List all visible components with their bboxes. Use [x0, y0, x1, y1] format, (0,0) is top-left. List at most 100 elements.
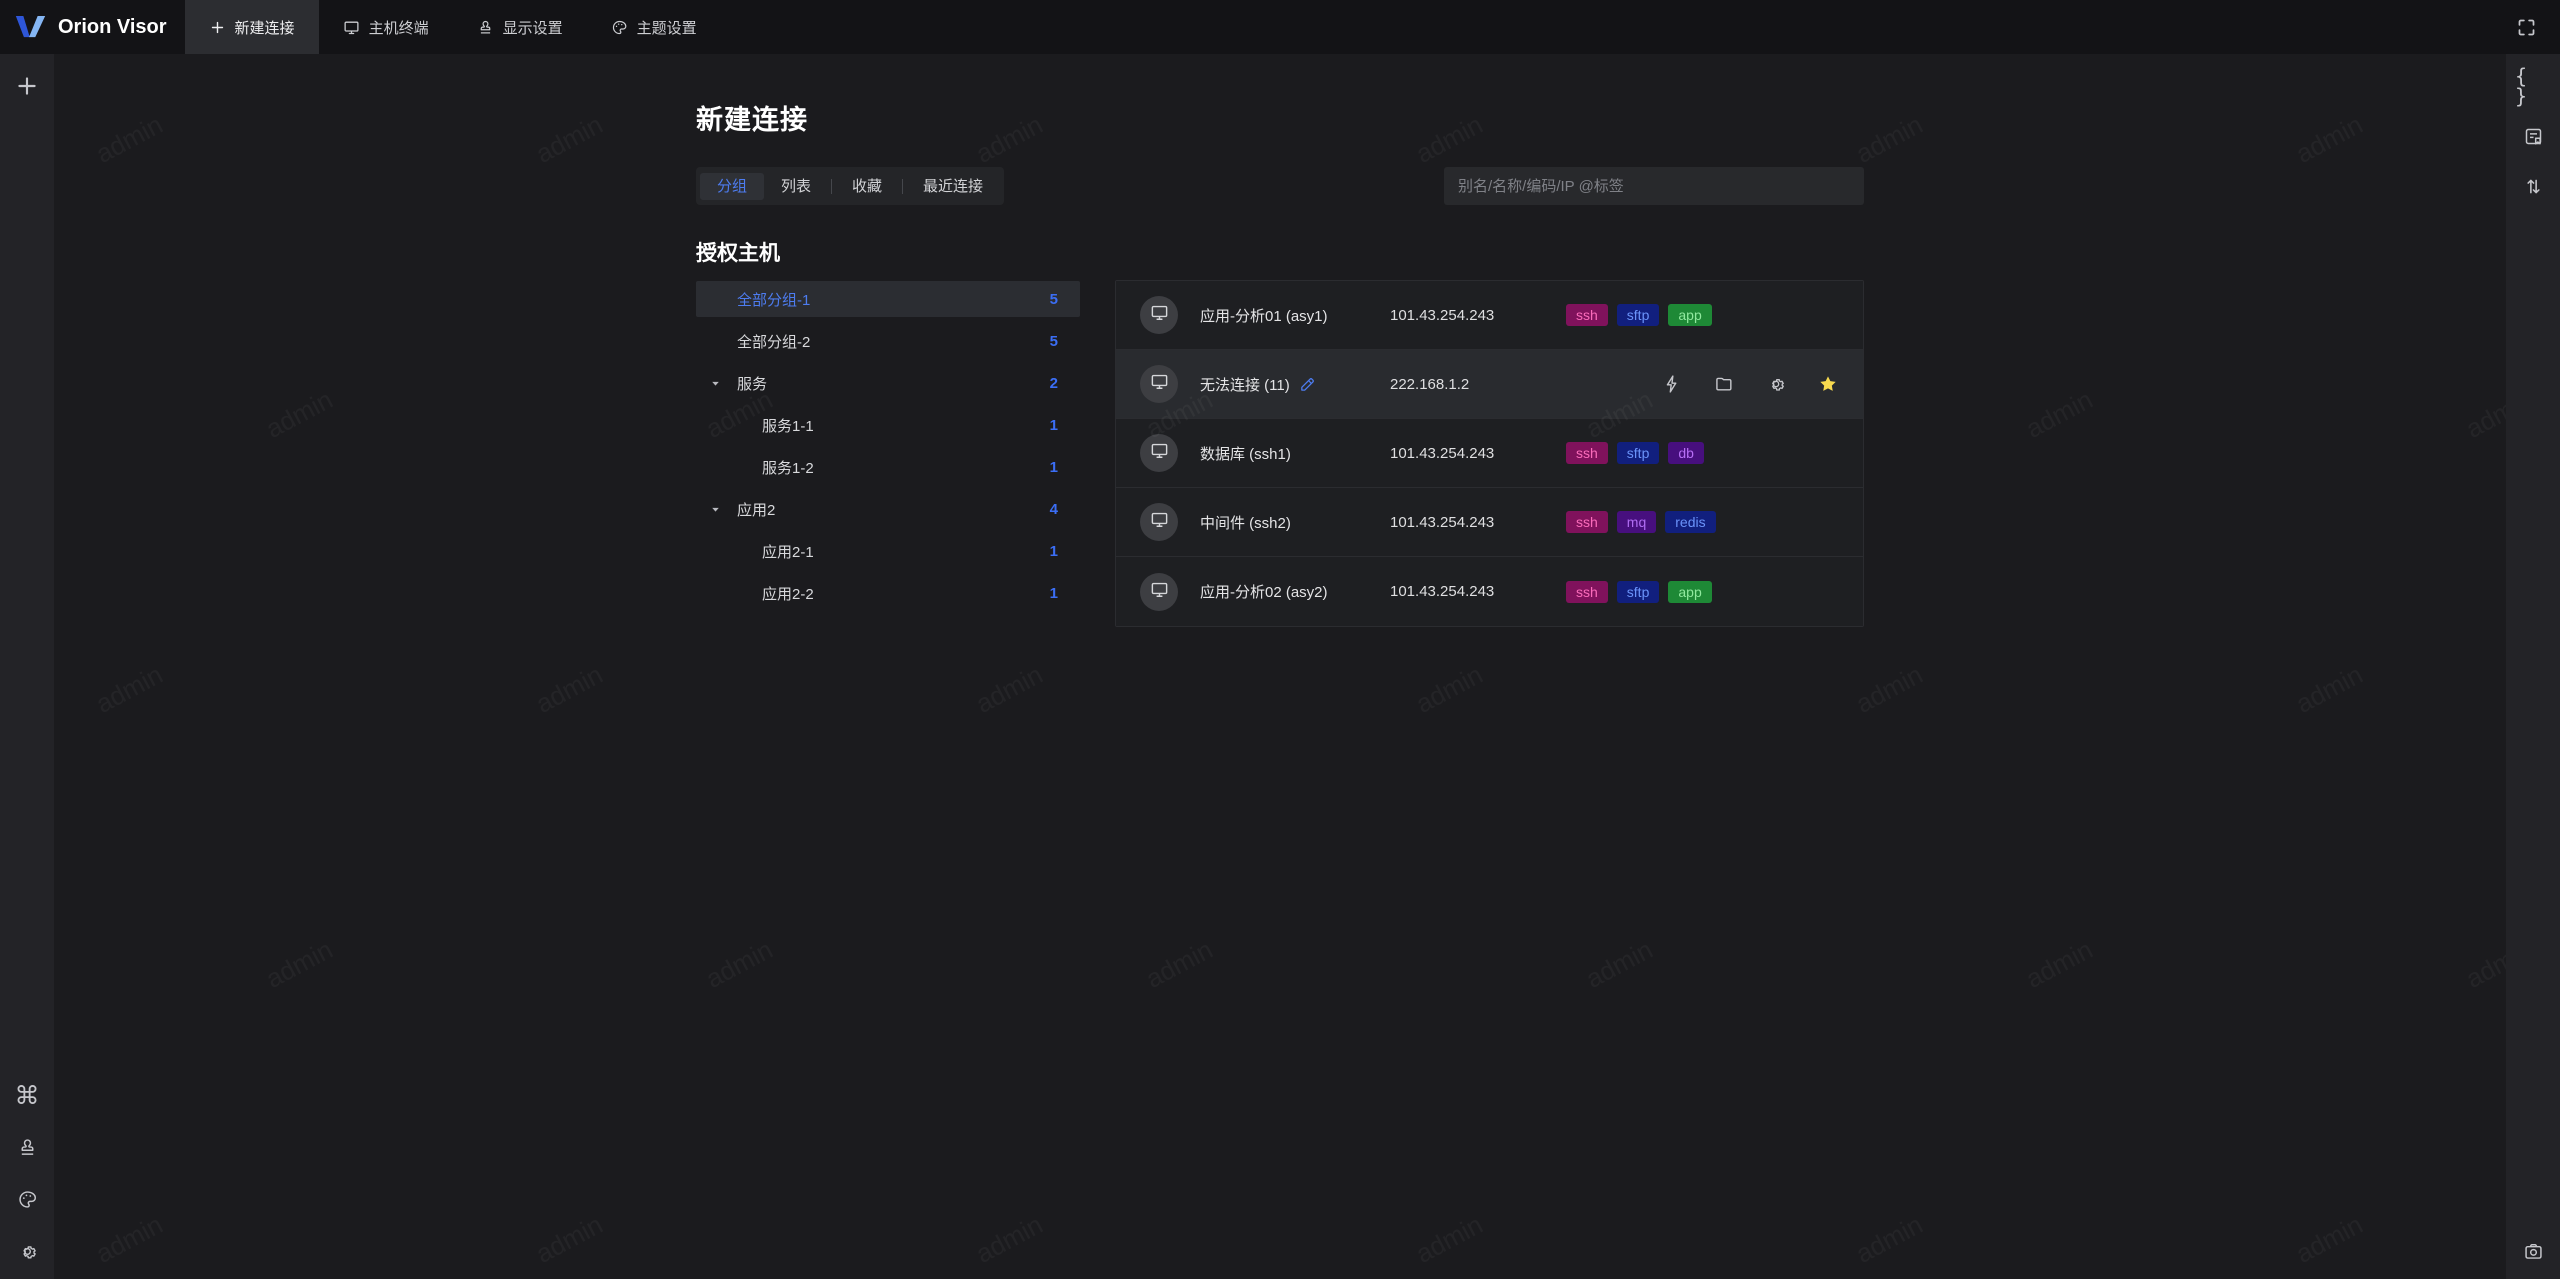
watermark-text: admin — [531, 659, 608, 720]
tree-item-label: 服务 — [737, 375, 768, 393]
tree-item-count: 5 — [1049, 290, 1058, 308]
watermark-text: admin — [2461, 384, 2506, 445]
caret-down-icon[interactable] — [709, 377, 722, 390]
tree-item[interactable]: 应用2 4 — [696, 491, 1080, 527]
tree-item[interactable]: 全部分组-1 5 — [696, 281, 1080, 317]
host-ip: 101.43.254.243 — [1390, 513, 1495, 531]
sort-icon[interactable] — [2515, 168, 2551, 204]
watermark-text: admin — [971, 1209, 1048, 1270]
tree-item[interactable]: 应用2-2 1 — [696, 575, 1080, 611]
watermark-text: admin — [971, 659, 1048, 720]
host-tag: mq — [1616, 511, 1657, 533]
host-row[interactable]: 应用-分析02 (asy2) 101.43.254.243 ssh sftp app — [1116, 557, 1863, 626]
view-tab-recent[interactable]: 最近连接 — [906, 173, 1000, 200]
tree-item-label: 应用2 — [737, 501, 776, 519]
view-tabs: 分组 列表 收藏 最近连接 — [696, 167, 1005, 205]
top-tab-host-terminal[interactable]: 主机终端 — [319, 0, 453, 54]
left-sidebar: ⌘ — [0, 54, 54, 1279]
page-title: 新建连接 — [696, 105, 808, 135]
fullscreen-icon[interactable] — [2508, 9, 2544, 45]
host-row[interactable]: 无法连接 (11) 222.168.1.2 — [1116, 350, 1863, 419]
watermark-text: admin — [1851, 659, 1928, 720]
doc-bookmark-icon[interactable] — [2515, 118, 2551, 154]
top-tab-label: 主机终端 — [368, 19, 429, 37]
gear-icon[interactable] — [1765, 373, 1787, 395]
view-tab-divider — [902, 178, 904, 194]
watermark-text: admin — [2021, 384, 2098, 445]
watermark-text: admin — [1141, 934, 1218, 995]
watermark-text: admin — [91, 109, 168, 170]
host-avatar — [1140, 503, 1178, 541]
host-row[interactable]: 应用-分析01 (asy1) 101.43.254.243 ssh sftp app — [1116, 281, 1863, 350]
host-name: 中间件 (ssh2) — [1200, 514, 1291, 532]
host-row[interactable]: 数据库 (ssh1) 101.43.254.243 ssh sftp db — [1116, 419, 1863, 488]
monitor-icon — [1150, 580, 1169, 604]
view-tab-favorite[interactable]: 收藏 — [835, 173, 899, 200]
tree-item-label: 应用2-2 — [762, 585, 814, 603]
host-tag: ssh — [1566, 442, 1608, 464]
star-icon[interactable] — [1817, 373, 1839, 395]
watermark-text: admin — [701, 934, 778, 995]
host-tag: redis — [1665, 511, 1716, 533]
host-name: 数据库 (ssh1) — [1200, 445, 1291, 463]
watermark-text: admin — [91, 659, 168, 720]
top-tab-display-settings[interactable]: 显示设置 — [453, 0, 587, 54]
tree-item[interactable]: 服务1-1 1 — [696, 407, 1080, 443]
gear-icon[interactable] — [9, 1233, 45, 1269]
right-sidebar: { } — [2506, 54, 2560, 1279]
host-tag: app — [1668, 304, 1712, 326]
view-tab-list[interactable]: 列表 — [764, 173, 828, 200]
folder-icon[interactable] — [1713, 373, 1735, 395]
top-tab-theme-settings[interactable]: 主题设置 — [587, 0, 721, 54]
view-tab-group[interactable]: 分组 — [700, 172, 765, 200]
app-title: Orion Visor — [58, 15, 167, 38]
monitor-icon — [1150, 372, 1169, 396]
host-tags: ssh mq redis — [1566, 511, 1716, 533]
topbar-right — [2508, 9, 2560, 45]
watermark-text: admin — [2291, 659, 2368, 720]
host-tag: ssh — [1566, 511, 1608, 533]
camera-icon[interactable] — [2515, 1233, 2551, 1269]
tree-item[interactable]: 全部分组-2 5 — [696, 323, 1080, 359]
watermark-text: admin — [1411, 1209, 1488, 1270]
tree-item[interactable]: 服务1-2 1 — [696, 449, 1080, 485]
monitor-icon — [1150, 510, 1169, 534]
caret-down-icon[interactable] — [709, 503, 722, 516]
plus-icon[interactable] — [9, 68, 45, 104]
watermark-text: admin — [1581, 934, 1658, 995]
watermark-text: admin — [2461, 934, 2506, 995]
host-name: 应用-分析01 (asy1) — [1200, 307, 1328, 325]
watermark-text: admin — [261, 384, 338, 445]
tree-item-label: 应用2-1 — [762, 543, 814, 561]
main-area: admin admin admin admin admin admin admin admin… — [54, 54, 2506, 1279]
search-input[interactable] — [1444, 167, 1864, 205]
host-tags: ssh sftp app — [1566, 304, 1712, 326]
stamp-icon[interactable] — [9, 1129, 45, 1165]
lightning-icon[interactable] — [1661, 373, 1683, 395]
watermark-text: admin — [2021, 934, 2098, 995]
host-tag: sftp — [1616, 442, 1660, 464]
tree-item-count: 1 — [1049, 416, 1058, 434]
command-icon[interactable]: ⌘ — [9, 1077, 45, 1113]
watermark-text: admin — [531, 109, 608, 170]
tree-heading: 授权主机 — [696, 242, 780, 265]
host-avatar — [1140, 365, 1178, 403]
edit-icon[interactable] — [1299, 376, 1316, 393]
braces-icon[interactable]: { } — [2515, 66, 2551, 106]
watermark-text: admin — [2291, 109, 2368, 170]
host-tags: ssh sftp app — [1566, 580, 1712, 603]
tree-item[interactable]: 服务 2 — [696, 365, 1080, 401]
top-tab-label: 新建连接 — [234, 19, 295, 37]
tree-item-label: 全部分组-1 — [737, 291, 811, 309]
host-name: 无法连接 (11) — [1200, 374, 1390, 395]
host-ip: 101.43.254.243 — [1390, 444, 1495, 462]
top-tab-new-connection[interactable]: 新建连接 — [184, 0, 319, 54]
palette-icon[interactable] — [9, 1181, 45, 1217]
host-tag: db — [1668, 442, 1704, 464]
host-row[interactable]: 中间件 (ssh2) 101.43.254.243 ssh mq redis — [1116, 488, 1863, 557]
tree-item-count: 1 — [1049, 458, 1058, 476]
tree-item[interactable]: 应用2-1 1 — [696, 533, 1080, 569]
topbar: Orion Visor 新建连接 主机终端 显示设置 主题设置 — [0, 0, 2560, 54]
host-tag: ssh — [1566, 304, 1608, 326]
watermark-text: admin — [1851, 1209, 1928, 1270]
